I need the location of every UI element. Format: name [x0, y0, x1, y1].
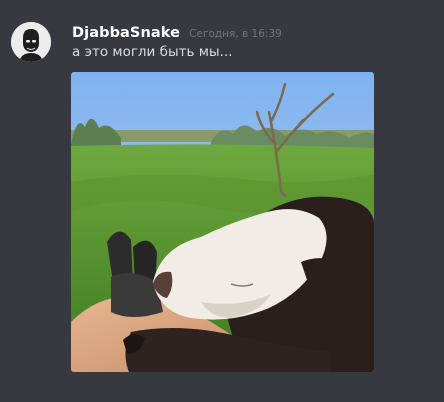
chat-message: DjabbaSnake Сегодня, в 16:39 а это могли…	[0, 0, 444, 402]
username[interactable]: DjabbaSnake	[72, 25, 180, 41]
user-avatar[interactable]	[11, 22, 51, 62]
image-attachment[interactable]	[71, 72, 374, 372]
message-header: DjabbaSnake Сегодня, в 16:39	[72, 22, 282, 42]
user-avatar-icon	[11, 22, 51, 62]
image-attachment-icon	[71, 72, 374, 372]
timestamp: Сегодня, в 16:39	[189, 28, 282, 40]
message-text: а это могли быть мы...	[72, 44, 233, 60]
